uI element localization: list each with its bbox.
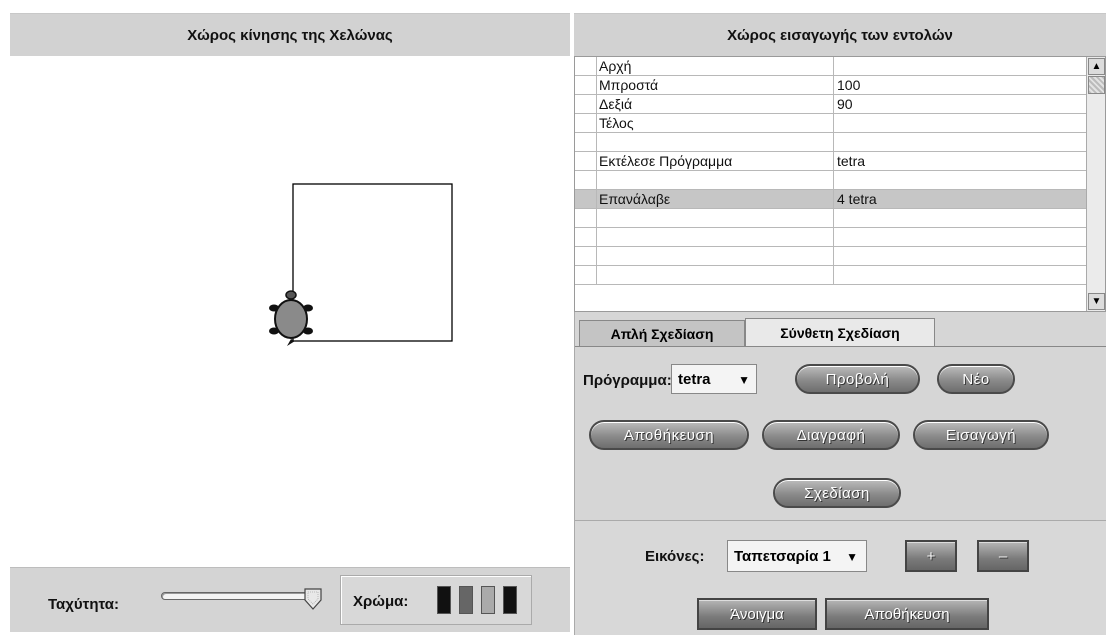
turtle-area-title: Χώρος κίνησης της Χελώνας <box>10 13 570 56</box>
command-cell[interactable] <box>597 228 834 247</box>
chevron-down-icon: ▼ <box>738 373 750 387</box>
row-header-cell[interactable] <box>575 171 597 190</box>
delete-button[interactable]: Διαγραφή <box>762 420 900 450</box>
command-cell[interactable]: Μπροστά <box>597 76 834 95</box>
command-cell[interactable] <box>597 247 834 266</box>
speed-slider-track[interactable] <box>161 592 321 600</box>
row-header-cell[interactable] <box>575 266 597 285</box>
import-button[interactable]: Εισαγωγή <box>913 420 1049 450</box>
row-header-cell[interactable] <box>575 209 597 228</box>
program-select[interactable]: tetra ▼ <box>671 364 757 394</box>
row-header-cell[interactable] <box>575 247 597 266</box>
tab-divider <box>575 346 1106 347</box>
color-swatch[interactable] <box>437 586 451 614</box>
color-swatch[interactable] <box>481 586 495 614</box>
program-label: Πρόγραμμα: <box>583 372 672 389</box>
turtle-drawing <box>269 183 453 346</box>
command-cell[interactable]: Δεξιά <box>597 95 834 114</box>
row-header-cell[interactable] <box>575 190 597 209</box>
command-cell[interactable] <box>597 266 834 285</box>
images-controls: Εικόνες: Ταπετσαρία 1 ▼ + – Άνοιγμα Αποθ… <box>574 520 1106 635</box>
command-cell[interactable]: Εκτέλεσε Πρόγραμμα <box>597 152 834 171</box>
row-header-cell[interactable] <box>575 76 597 95</box>
command-cell[interactable] <box>597 209 834 228</box>
row-header-cell[interactable] <box>575 57 597 76</box>
argument-cell[interactable] <box>834 228 1087 247</box>
argument-cell[interactable] <box>834 266 1087 285</box>
scroll-thumb[interactable] <box>1088 76 1105 94</box>
speed-slider[interactable] <box>155 588 340 614</box>
table-row[interactable]: Αρχή <box>575 57 1087 76</box>
tab-complex-drawing[interactable]: Σύνθετη Σχεδίαση <box>745 318 935 346</box>
images-select-value: Ταπετσαρία 1 <box>734 547 831 565</box>
row-header-cell[interactable] <box>575 95 597 114</box>
commands-table-body: Αρχή Μπροστά 100 Δεξιά 90 Τέλος Εκτέλεσε Πρόγρ… <box>575 57 1087 285</box>
argument-cell[interactable] <box>834 57 1087 76</box>
color-swatch[interactable] <box>459 586 473 614</box>
program-select-value: tetra <box>678 370 711 388</box>
argument-cell[interactable]: tetra <box>834 152 1087 171</box>
turtle-canvas[interactable] <box>10 56 570 567</box>
tab-simple-drawing[interactable]: Απλή Σχεδίαση <box>579 320 745 346</box>
table-row[interactable] <box>575 171 1087 190</box>
row-header-cell[interactable] <box>575 133 597 152</box>
scroll-up-icon[interactable]: ▲ <box>1088 58 1105 75</box>
table-row[interactable] <box>575 133 1087 152</box>
left-controls: Ταχύτητα: Χρώμα: <box>10 567 570 632</box>
save-program-button[interactable]: Αποθήκευση <box>589 420 749 450</box>
new-button[interactable]: Νέο <box>937 364 1015 394</box>
argument-cell[interactable] <box>834 171 1087 190</box>
argument-cell[interactable] <box>834 133 1087 152</box>
argument-cell[interactable] <box>834 114 1087 133</box>
table-row[interactable] <box>575 209 1087 228</box>
drawing-tabs-panel: Απλή Σχεδίαση Σύνθετη Σχεδίαση Πρόγραμμα… <box>574 312 1106 520</box>
scroll-down-icon[interactable]: ▼ <box>1088 293 1105 310</box>
zoom-out-button[interactable]: – <box>977 540 1029 572</box>
row-header-cell[interactable] <box>575 152 597 171</box>
table-row[interactable] <box>575 247 1087 266</box>
turtle-icon <box>269 290 313 346</box>
save-image-button[interactable]: Αποθήκευση <box>825 598 989 630</box>
images-select[interactable]: Ταπετσαρία 1 ▼ <box>727 540 867 572</box>
color-label: Χρώμα: <box>353 593 409 610</box>
color-picker: Χρώμα: <box>340 575 532 625</box>
row-header-cell[interactable] <box>575 228 597 247</box>
table-row[interactable]: Μπροστά 100 <box>575 76 1087 95</box>
table-row[interactable]: Εκτέλεσε Πρόγραμμα tetra <box>575 152 1087 171</box>
table-row[interactable] <box>575 228 1087 247</box>
argument-cell[interactable] <box>834 209 1087 228</box>
drawn-square <box>292 183 453 342</box>
argument-cell[interactable]: 4 tetra <box>834 190 1087 209</box>
argument-cell[interactable]: 90 <box>834 95 1087 114</box>
command-cell[interactable]: Επανάλαβε <box>597 190 834 209</box>
command-cell[interactable] <box>597 171 834 190</box>
draw-button[interactable]: Σχεδίαση <box>773 478 901 508</box>
speed-label: Ταχύτητα: <box>48 596 119 613</box>
table-row[interactable]: Δεξιά 90 <box>575 95 1087 114</box>
images-label: Εικόνες: <box>645 548 705 565</box>
preview-button[interactable]: Προβολή <box>795 364 920 394</box>
argument-cell[interactable]: 100 <box>834 76 1087 95</box>
commands-table: Αρχή Μπροστά 100 Δεξιά 90 Τέλος Εκτέλεσε Πρόγρ… <box>574 56 1106 312</box>
command-cell[interactable]: Τέλος <box>597 114 834 133</box>
table-scrollbar[interactable]: ▲ ▼ <box>1086 57 1105 311</box>
command-cell[interactable]: Αρχή <box>597 57 834 76</box>
zoom-in-button[interactable]: + <box>905 540 957 572</box>
open-image-button[interactable]: Άνοιγμα <box>697 598 817 630</box>
chevron-down-icon: ▼ <box>846 550 858 564</box>
argument-cell[interactable] <box>834 247 1087 266</box>
table-row[interactable]: Επανάλαβε 4 tetra <box>575 190 1087 209</box>
commands-area-title: Χώρος εισαγωγής των εντολών <box>574 13 1106 56</box>
command-cell[interactable] <box>597 133 834 152</box>
row-header-cell[interactable] <box>575 114 597 133</box>
speed-slider-thumb[interactable] <box>304 588 322 610</box>
table-row[interactable]: Τέλος <box>575 114 1087 133</box>
color-swatch[interactable] <box>503 586 517 614</box>
table-row[interactable] <box>575 266 1087 285</box>
